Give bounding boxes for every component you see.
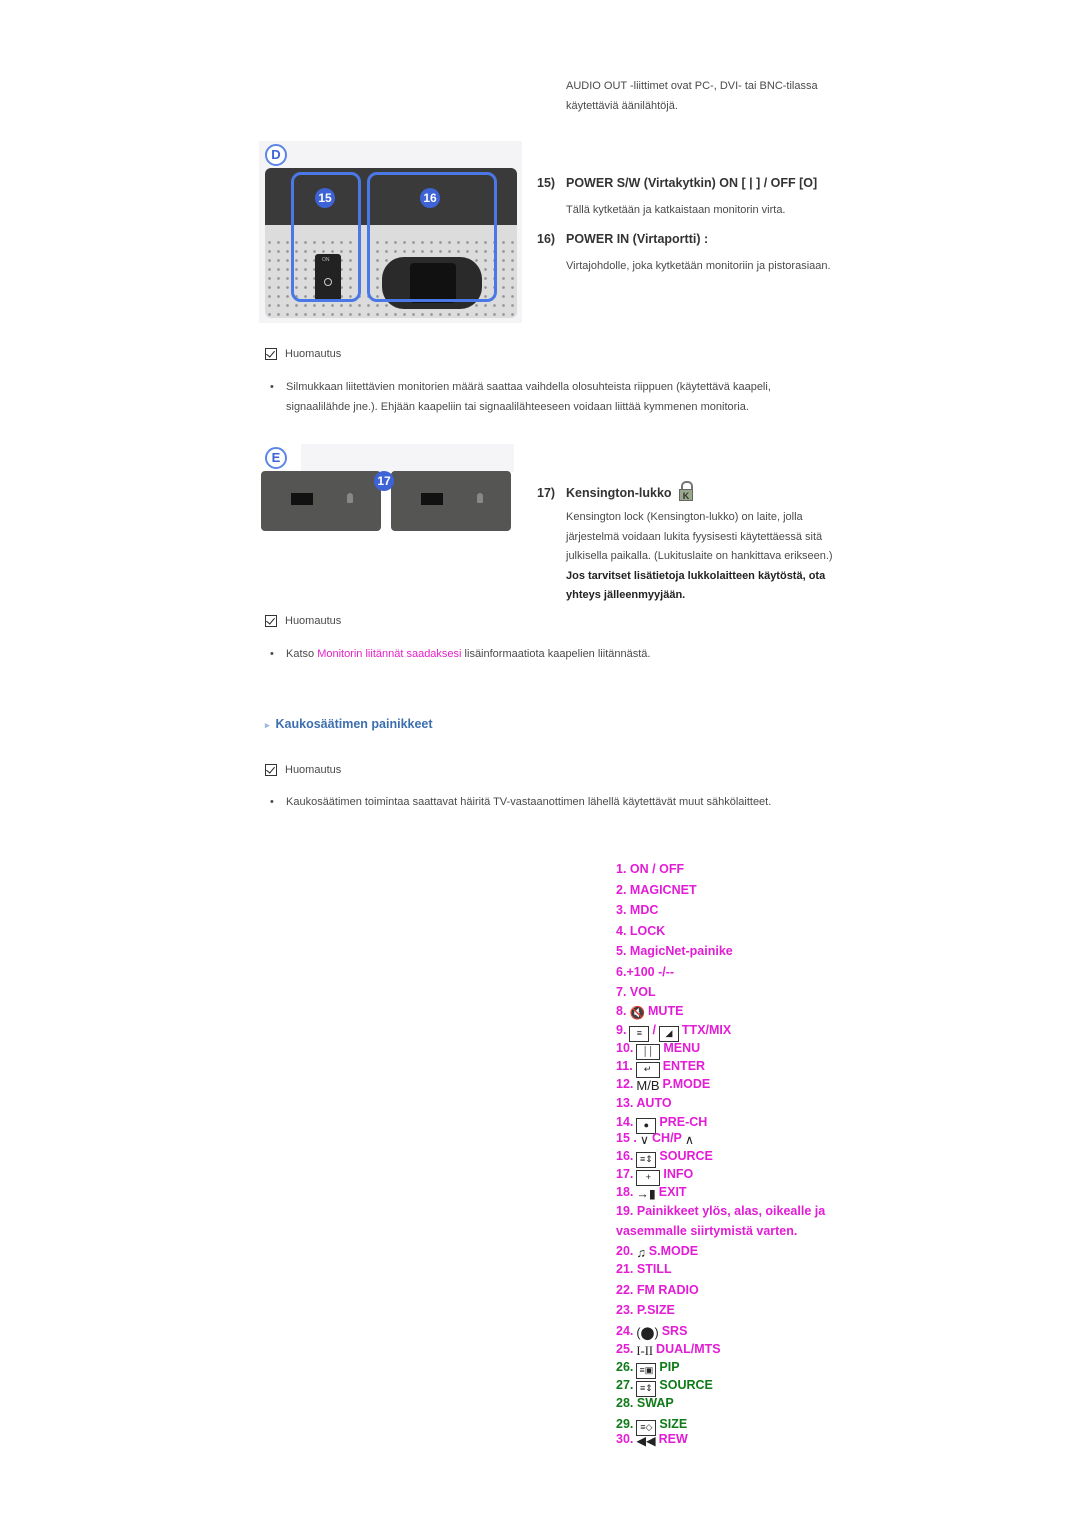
item-17-title: 17) Kensington-lukko K bbox=[537, 481, 694, 501]
section-heading: ▸ Kaukosäätimen painikkeet bbox=[265, 717, 433, 731]
remote-item: 19. Painikkeet ylös, alas, oikealle ja v… bbox=[616, 1204, 826, 1238]
remote-item: 18. →▮ EXIT bbox=[616, 1185, 687, 1201]
srs-icon: (⬤) bbox=[636, 1326, 659, 1340]
remote-item: 26. ≡▣ PIP bbox=[616, 1360, 680, 1379]
exit-icon: →▮ bbox=[636, 1187, 656, 1201]
menu-icon: ││ bbox=[636, 1044, 661, 1060]
remote-item: 28. SWAP bbox=[616, 1396, 674, 1410]
mute-icon: 🔇 bbox=[629, 1006, 646, 1020]
remote-item: 12. M/B P.MODE bbox=[616, 1077, 711, 1093]
item-16-title: 16) POWER IN (Virtaportti) : bbox=[537, 232, 709, 246]
rear-panel-photo-d: D 15 16 bbox=[259, 141, 522, 323]
arrow-right-icon: ▸ bbox=[265, 720, 270, 730]
remote-item: 16. ≡⇕ SOURCE bbox=[616, 1149, 713, 1168]
note-bullet: • Katso Monitorin liitännät saadaksesi l… bbox=[270, 648, 651, 660]
remote-item: 9. ≡ / ◢ TTX/MIX bbox=[616, 1023, 731, 1042]
remote-item: 11. ↵ ENTER bbox=[616, 1059, 705, 1078]
remote-item: 6.+100 -/-- bbox=[616, 965, 675, 979]
remote-item: 13. AUTO bbox=[616, 1096, 672, 1110]
number-badge-17: 17 bbox=[374, 471, 394, 491]
mb-icon: M/B bbox=[636, 1078, 660, 1093]
remote-item: 25. I-II DUAL/MTS bbox=[616, 1342, 721, 1358]
checkbox-icon bbox=[265, 764, 277, 776]
note-bullet: • Kaukosäätimen toimintaa saattavat häiri… bbox=[270, 796, 772, 808]
item-15-title: 15) POWER S/W (Virtakytkin) ON [ | ] / OF… bbox=[537, 176, 818, 190]
enter-icon: ↵ bbox=[635, 1062, 660, 1078]
note-bullet: • Silmukkaan liitettävien monitorien mää… bbox=[270, 381, 771, 413]
note-heading: Huomautus bbox=[265, 348, 341, 360]
note-heading: Huomautus bbox=[265, 764, 341, 776]
pip-icon: ≡▣ bbox=[636, 1363, 657, 1379]
section-letter-badge: D bbox=[265, 144, 287, 166]
mix-icon: ◢ bbox=[658, 1026, 679, 1042]
source-icon: ≡⇕ bbox=[636, 1152, 657, 1168]
remote-item: 4. LOCK bbox=[616, 924, 666, 938]
dual-icon: I-II bbox=[636, 1344, 654, 1358]
item-16-description: Virtajohdolle, joka kytketään monitoriin… bbox=[566, 260, 831, 272]
note-heading: Huomautus bbox=[265, 615, 341, 627]
checkbox-icon bbox=[265, 348, 277, 360]
remote-item: 22. FM RADIO bbox=[616, 1283, 699, 1297]
remote-item: 5. MagicNet-painike bbox=[616, 944, 733, 958]
number-badge-16: 16 bbox=[420, 188, 440, 208]
chevron-down-icon: ∨ bbox=[639, 1133, 650, 1147]
remote-item: 17. + INFO bbox=[616, 1167, 693, 1186]
remote-item: 23. P.SIZE bbox=[616, 1303, 675, 1317]
kensington-lock-icon: K bbox=[679, 481, 694, 501]
remote-item: 30. ◀◀ REW bbox=[616, 1432, 688, 1448]
rewind-icon: ◀◀ bbox=[636, 1434, 656, 1448]
remote-item: 1. ON / OFF bbox=[616, 862, 685, 876]
kensington-photo-e: E 17 bbox=[259, 444, 514, 536]
remote-item: 3. MDC bbox=[616, 903, 659, 917]
remote-item: 7. VOL bbox=[616, 985, 656, 999]
item-15-description: Tällä kytketään ja katkaistaan monitorin… bbox=[566, 204, 786, 216]
sound-mode-icon: ♫ bbox=[636, 1246, 646, 1260]
monitor-connections-link[interactable]: Monitorin liitännät saadaksesi bbox=[317, 648, 461, 660]
panel-image-left bbox=[261, 471, 381, 531]
chevron-up-icon: ∧ bbox=[684, 1133, 695, 1147]
remote-item: 2. MAGICNET bbox=[616, 883, 697, 897]
remote-item: 21. STILL bbox=[616, 1262, 672, 1276]
remote-item: 20. ♫ S.MODE bbox=[616, 1244, 699, 1260]
checkbox-icon bbox=[265, 615, 277, 627]
remote-item: 24. (⬤) SRS bbox=[616, 1324, 688, 1340]
section-letter-badge: E bbox=[265, 447, 287, 469]
panel-image-right bbox=[391, 471, 511, 531]
audio-out-description: AUDIO OUT -liittimet ovat PC-, DVI- tai … bbox=[566, 80, 818, 112]
item-17-description: Kensington lock (Kensington-lukko) on la… bbox=[566, 511, 833, 601]
remote-item: 8. 🔇 MUTE bbox=[616, 1004, 684, 1020]
remote-item: 15 . ∨ CH/P ∧ bbox=[616, 1131, 695, 1147]
teletext-icon: ≡ bbox=[629, 1026, 650, 1042]
number-badge-15: 15 bbox=[315, 188, 335, 208]
info-icon: + bbox=[636, 1170, 661, 1186]
remote-item: 27. ≡⇕ SOURCE bbox=[616, 1378, 713, 1397]
remote-item: 10. ││ MENU bbox=[616, 1041, 700, 1060]
source-icon: ≡⇕ bbox=[636, 1381, 657, 1397]
